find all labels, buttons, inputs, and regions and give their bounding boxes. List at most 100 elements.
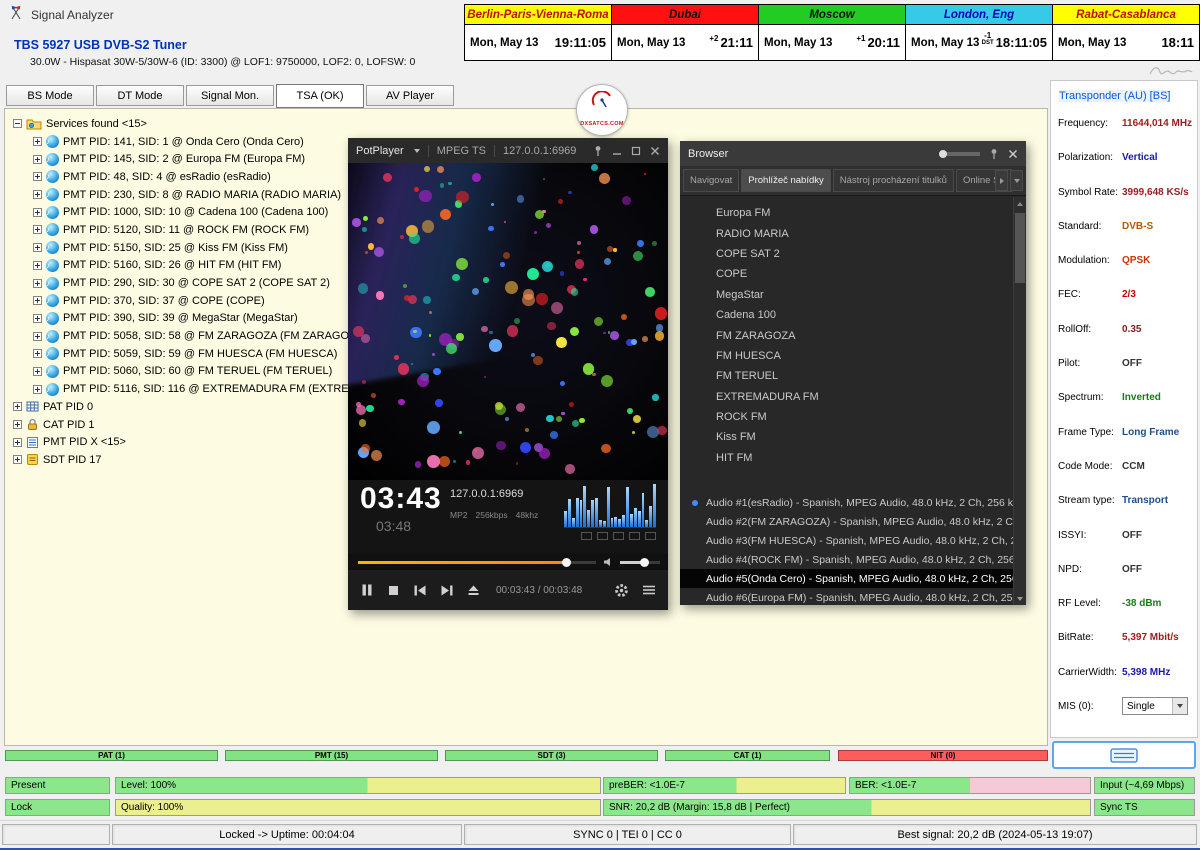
expand-toggle[interactable] <box>33 385 42 394</box>
viz-mini-icon[interactable] <box>645 532 656 540</box>
quality-bar: Quality: 100% <box>115 799 601 816</box>
viz-mini-icon[interactable] <box>629 532 640 540</box>
volume-handle[interactable] <box>640 558 649 567</box>
expand-toggle[interactable] <box>33 279 42 288</box>
expand-toggle[interactable] <box>13 438 22 447</box>
service-label: PMT PID: 5059, SID: 59 @ FM HUESCA (FM H… <box>63 348 337 360</box>
viz-mini-icon[interactable] <box>597 532 608 540</box>
channel-item[interactable]: RADIO MARIA <box>680 223 1010 243</box>
speaker-icon[interactable] <box>603 557 613 567</box>
close-icon[interactable] <box>1008 149 1018 159</box>
scroll-up-icon[interactable] <box>1014 197 1026 210</box>
transponder-field: Frame Type: Long Frame <box>1051 426 1197 460</box>
mode-tab[interactable]: TSA (OK) <box>276 84 364 108</box>
snr-bar: SNR: 20,2 dB (Margin: 15,8 dB | Perfect) <box>603 799 1091 816</box>
audio-track-item[interactable]: Audio #3(FM HUESCA) - Spanish, MPEG Audi… <box>680 531 1013 550</box>
audio-track-item[interactable]: Audio #6(Europa FM) - Spanish, MPEG Audi… <box>680 588 1013 605</box>
expand-toggle[interactable] <box>33 225 42 234</box>
channel-item[interactable]: FM TERUEL <box>680 366 1010 386</box>
audio-track-item[interactable]: Audio #5(Onda Cero) - Spanish, MPEG Audi… <box>680 569 1013 588</box>
audio-track-item[interactable]: Audio #4(ROCK FM) - Spanish, MPEG Audio,… <box>680 550 1013 569</box>
expand-toggle[interactable] <box>33 155 42 164</box>
expand-toggle[interactable] <box>33 367 42 376</box>
service-label: PMT PID: 5060, SID: 60 @ FM TERUEL (FM T… <box>63 365 332 377</box>
browser-titlebar[interactable]: Browser <box>680 141 1026 166</box>
stop-button[interactable] <box>387 584 400 597</box>
mode-tab[interactable]: Signal Mon. <box>186 85 274 106</box>
expand-toggle[interactable] <box>33 190 42 199</box>
mis-select[interactable]: Single <box>1122 697 1188 715</box>
chevron-down-icon[interactable] <box>414 149 420 153</box>
collapse-toggle[interactable] <box>13 119 22 128</box>
mode-tab[interactable]: AV Player <box>366 85 454 106</box>
close-icon[interactable] <box>650 146 660 156</box>
channel-item[interactable]: COPE <box>680 264 1010 284</box>
potplayer-titlebar[interactable]: PotPlayer MPEG TS 127.0.0.1:6969 <box>348 138 668 163</box>
seek-bar[interactable] <box>358 561 596 564</box>
maximize-icon[interactable] <box>631 146 641 156</box>
browser-tab[interactable]: Prohlížeč nabídky <box>741 169 831 192</box>
volume-slider[interactable] <box>620 561 660 564</box>
audio-track-item[interactable]: Audio #1(esRadio) - Spanish, MPEG Audio,… <box>680 493 1013 512</box>
scroll-down-icon[interactable] <box>1014 592 1026 605</box>
audio-track-item[interactable]: Audio #2(FM ZARAGOZA) - Spanish, MPEG Au… <box>680 512 1013 531</box>
expand-toggle[interactable] <box>33 349 42 358</box>
tuner-name: TBS 5927 USB DVB-S2 Tuner <box>14 38 187 52</box>
channel-item[interactable]: EXTREMADURA FM <box>680 387 1010 407</box>
field-label: Modulation: <box>1058 254 1122 288</box>
channel-item[interactable]: ROCK FM <box>680 407 1010 427</box>
dropdown-arrow-icon[interactable] <box>1172 698 1187 714</box>
browser-scrollbar[interactable] <box>1013 197 1026 605</box>
transponder-field: Modulation: QPSK <box>1051 254 1197 288</box>
expand-toggle[interactable] <box>33 243 42 252</box>
expand-toggle[interactable] <box>13 402 22 411</box>
expand-toggle[interactable] <box>33 296 42 305</box>
opacity-slider[interactable] <box>944 152 980 156</box>
expand-toggle[interactable] <box>33 208 42 217</box>
network-device-button[interactable] <box>1052 741 1196 769</box>
minimize-icon[interactable] <box>612 146 622 156</box>
channel-item[interactable]: HIT FM <box>680 448 1010 468</box>
expand-toggle[interactable] <box>33 172 42 181</box>
channel-item[interactable]: MegaStar <box>680 285 1010 305</box>
expand-toggle[interactable] <box>33 314 42 323</box>
next-button[interactable] <box>440 584 454 597</box>
channel-item[interactable]: COPE SAT 2 <box>680 244 1010 264</box>
open-eject-button[interactable] <box>467 584 480 597</box>
browser-tab[interactable]: Nástroj procházení titulků <box>833 169 954 192</box>
mode-tab[interactable]: BS Mode <box>6 85 94 106</box>
pause-button[interactable] <box>360 583 374 597</box>
expand-toggle[interactable] <box>33 137 42 146</box>
pin-icon[interactable] <box>593 145 603 157</box>
service-label: PMT PID: 230, SID: 8 @ RADIO MARIA (RADI… <box>63 189 341 201</box>
pin-icon[interactable] <box>989 148 999 160</box>
divider <box>494 145 495 157</box>
viz-mini-icon[interactable] <box>581 532 592 540</box>
previous-button[interactable] <box>413 584 427 597</box>
transponder-title[interactable]: Transponder (AU) [BS] <box>1059 90 1170 102</box>
channel-item[interactable]: FM HUESCA <box>680 346 1010 366</box>
tree-root-row[interactable]: Services found <15> <box>13 115 418 133</box>
scroll-right-icon[interactable] <box>995 170 1008 191</box>
mode-tab[interactable]: DT Mode <box>96 85 184 106</box>
browser-tab[interactable]: Navigovat <box>683 169 739 192</box>
transponder-field: NPD: OFF <box>1051 563 1197 597</box>
expand-toggle[interactable] <box>33 261 42 270</box>
expand-toggle[interactable] <box>13 455 22 464</box>
field-label: ISSYI: <box>1058 529 1122 563</box>
seek-handle[interactable] <box>562 558 571 567</box>
expand-toggle[interactable] <box>33 332 42 341</box>
channel-item[interactable]: FM ZARAGOZA <box>680 325 1010 345</box>
window-titlebar[interactable]: Signal Analyzer <box>0 0 465 30</box>
playlist-menu-icon[interactable] <box>642 584 656 596</box>
channel-item[interactable]: Cadena 100 <box>680 305 1010 325</box>
slider-handle[interactable] <box>939 150 947 158</box>
expand-toggle[interactable] <box>13 420 22 429</box>
transponder-field: Code Mode: CCM <box>1051 460 1197 494</box>
scrollbar-thumb[interactable] <box>1015 213 1025 283</box>
channel-item[interactable]: Europa FM <box>680 203 1010 223</box>
tab-list-dropdown-icon[interactable] <box>1010 170 1023 191</box>
settings-gear-icon[interactable] <box>614 583 629 598</box>
viz-mini-icon[interactable] <box>613 532 624 540</box>
channel-item[interactable]: Kiss FM <box>680 427 1010 447</box>
